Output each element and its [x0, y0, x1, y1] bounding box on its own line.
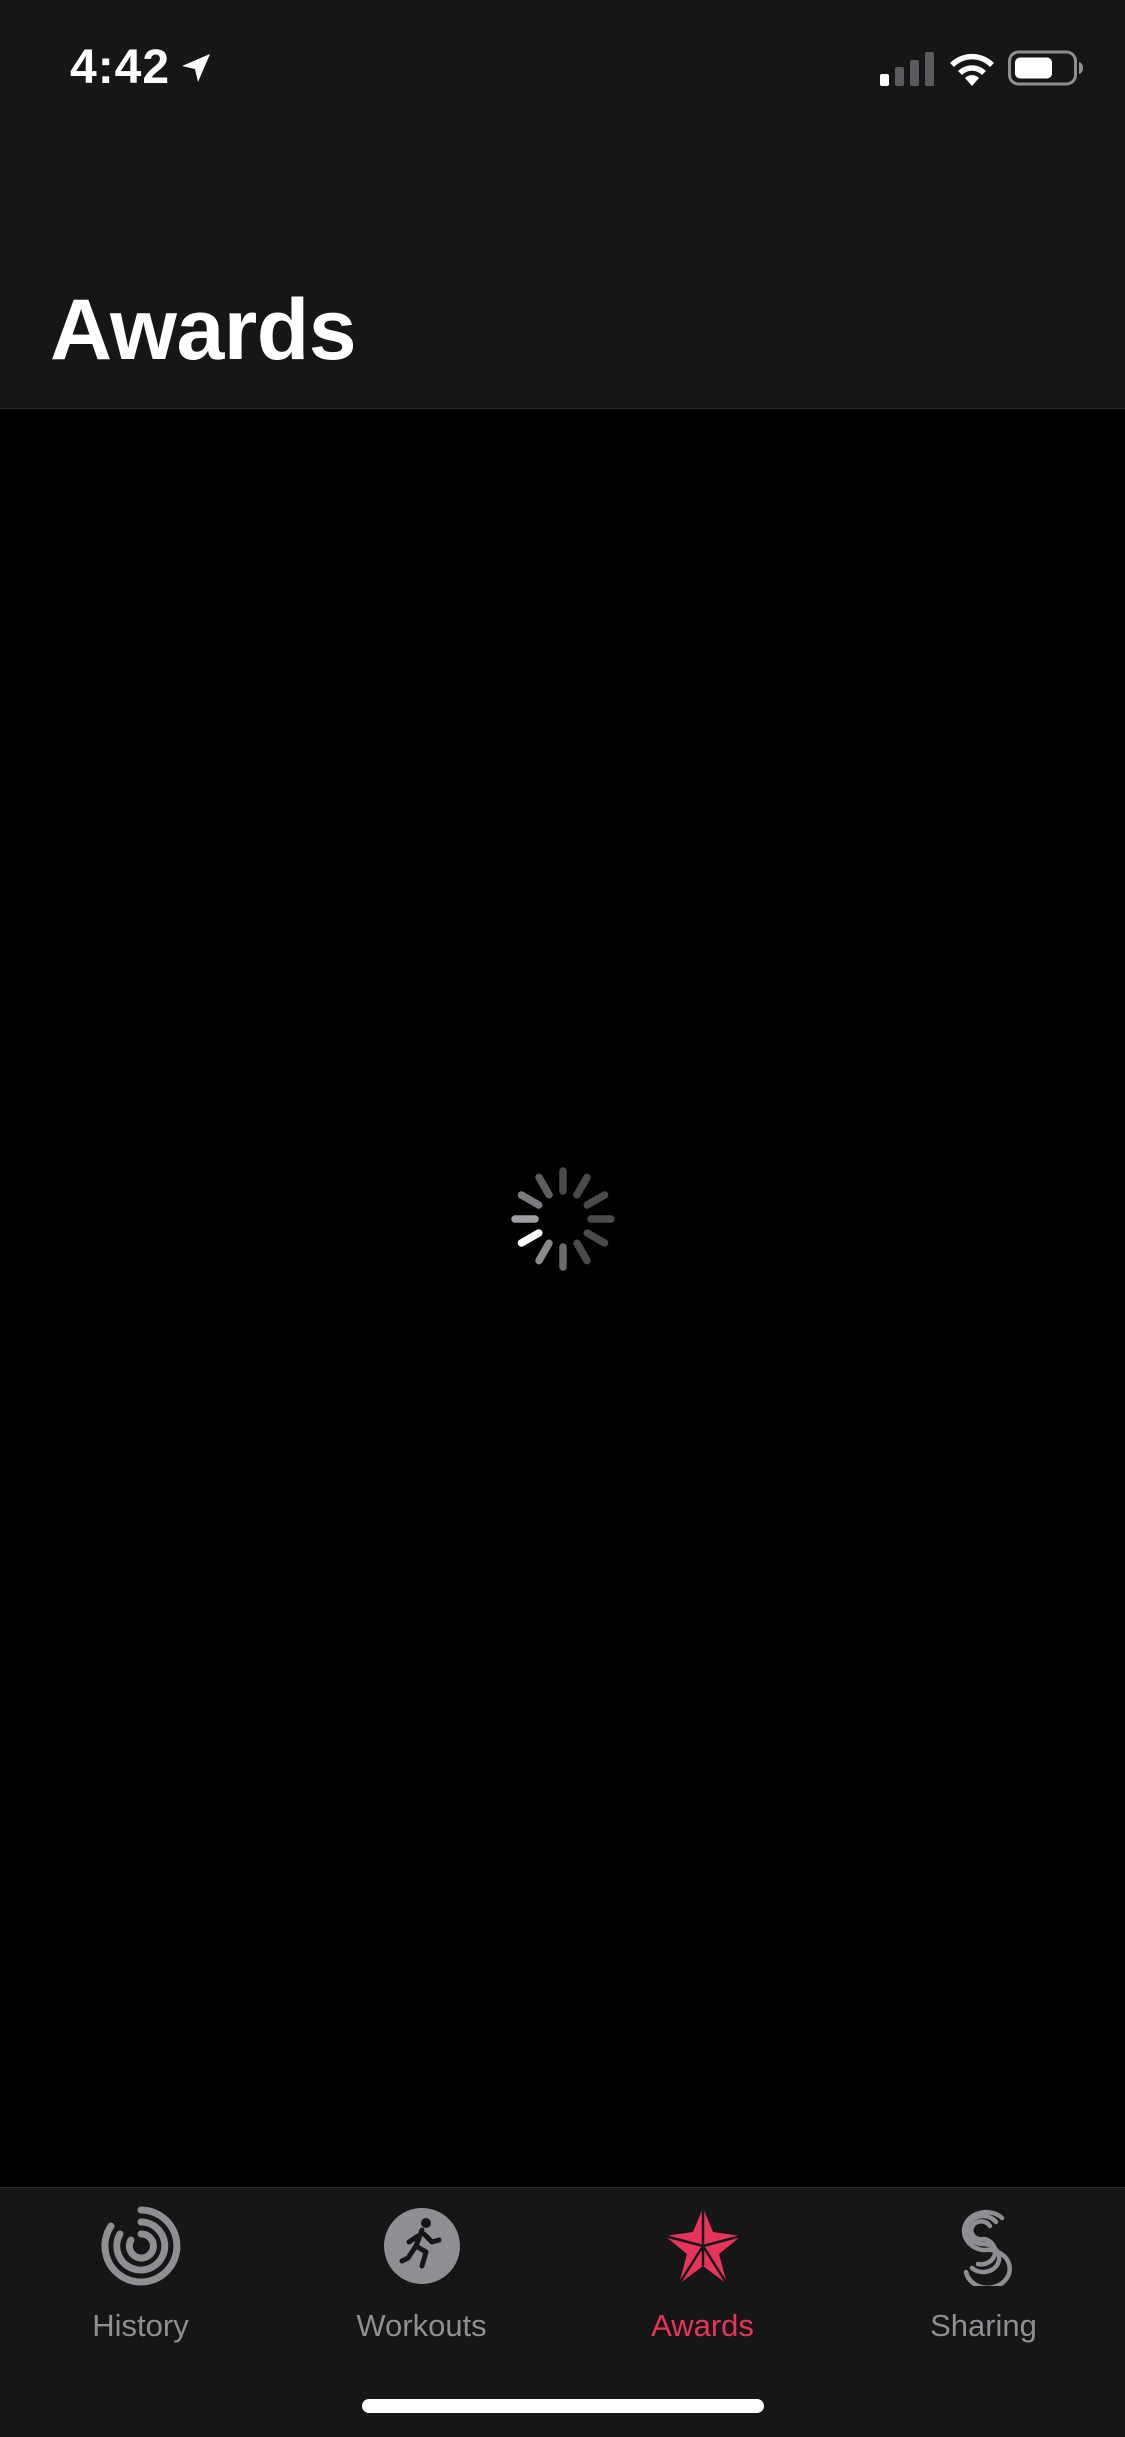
tab-history-label: History	[92, 2308, 189, 2343]
location-arrow-icon	[182, 54, 210, 82]
status-bar: 4:42	[0, 0, 1125, 130]
status-time: 4:42	[70, 41, 171, 94]
activity-rings-icon	[100, 2206, 180, 2286]
navigation-header: 4:42 Awards	[0, 0, 1125, 409]
awards-content-area	[0, 409, 1125, 2187]
wifi-icon	[950, 53, 994, 86]
sharing-icon	[961, 2209, 1012, 2286]
tab-workouts[interactable]: Workouts	[281, 2206, 562, 2356]
star-award-icon	[664, 2208, 741, 2285]
page-title: Awards	[50, 282, 357, 378]
tab-awards-label: Awards	[651, 2308, 754, 2343]
home-indicator[interactable]	[362, 2399, 764, 2413]
loading-spinner-icon	[511, 1167, 615, 1271]
battery-icon	[1008, 50, 1083, 86]
tab-awards[interactable]: Awards	[562, 2206, 843, 2356]
tab-sharing[interactable]: Sharing	[843, 2206, 1124, 2356]
tab-workouts-label: Workouts	[356, 2308, 487, 2343]
cellular-signal-icon	[880, 52, 934, 86]
running-figure-icon	[383, 2208, 460, 2284]
tab-sharing-label: Sharing	[930, 2308, 1037, 2343]
tab-history[interactable]: History	[0, 2206, 281, 2356]
